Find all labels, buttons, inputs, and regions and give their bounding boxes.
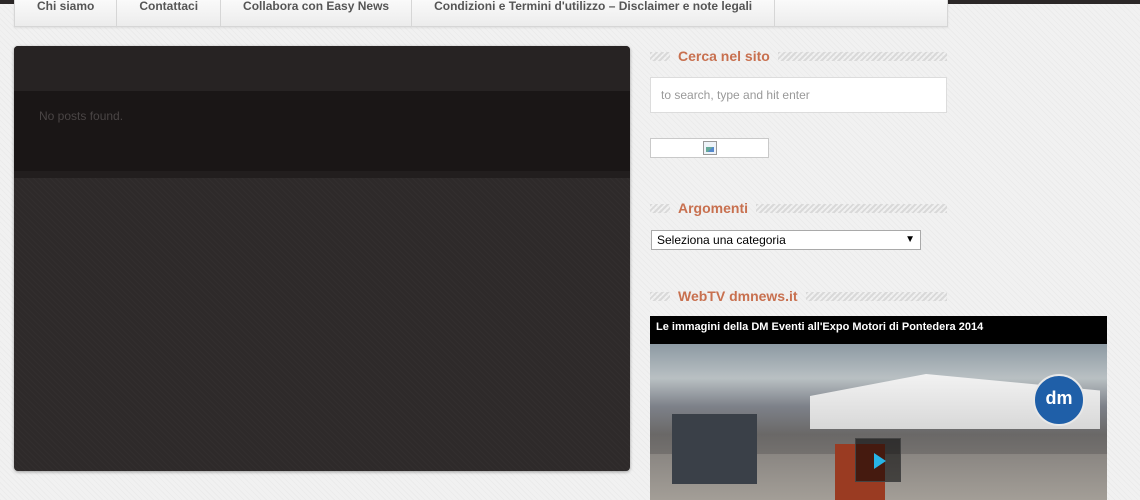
title-stripe <box>777 51 947 61</box>
search-widget-heading: Cerca nel sito <box>678 48 770 64</box>
title-stripe <box>805 291 947 301</box>
title-stripe <box>756 203 947 213</box>
main-content-panel: No posts found. <box>14 46 630 471</box>
truck-shape <box>672 414 757 484</box>
posts-area <box>14 91 630 178</box>
nav-item-contattaci[interactable]: Contattaci <box>117 0 222 26</box>
categories-widget-title: Argomenti <box>650 199 947 217</box>
play-icon[interactable] <box>855 438 901 482</box>
nav-item-collabora[interactable]: Collabora con Easy News <box>221 0 413 26</box>
title-stripe <box>650 51 670 61</box>
categories-widget-heading: Argomenti <box>678 200 748 216</box>
search-widget-title: Cerca nel sito <box>650 47 947 65</box>
video-title[interactable]: Le immagini della DM Eventi all'Expo Mot… <box>656 321 983 333</box>
video-player[interactable]: Le immagini della DM Eventi all'Expo Mot… <box>650 316 1107 500</box>
category-select[interactable]: Seleziona una categoria ▼ <box>651 230 921 250</box>
panel-header <box>14 46 630 91</box>
no-posts-message: No posts found. <box>39 109 124 123</box>
posts-area-edge <box>14 171 630 178</box>
dmnews-logo: dm <box>1033 374 1085 426</box>
nav-item-condizioni[interactable]: Condizioni e Termini d'utilizzo – Discla… <box>412 0 776 26</box>
search-input[interactable] <box>650 77 947 113</box>
broken-image-icon <box>703 141 717 155</box>
chevron-down-icon: ▼ <box>905 234 915 245</box>
nav-item-chi-siamo[interactable]: Chi siamo <box>15 0 118 26</box>
broken-image[interactable] <box>650 138 769 158</box>
webtv-widget-heading: WebTV dmnews.it <box>678 288 798 304</box>
title-stripe <box>650 291 670 301</box>
category-select-value: Seleziona una categoria <box>657 233 786 247</box>
webtv-widget-title: WebTV dmnews.it <box>650 287 947 305</box>
title-stripe <box>650 203 670 213</box>
main-nav: Chi siamo Contattaci Collabora con Easy … <box>14 0 948 27</box>
